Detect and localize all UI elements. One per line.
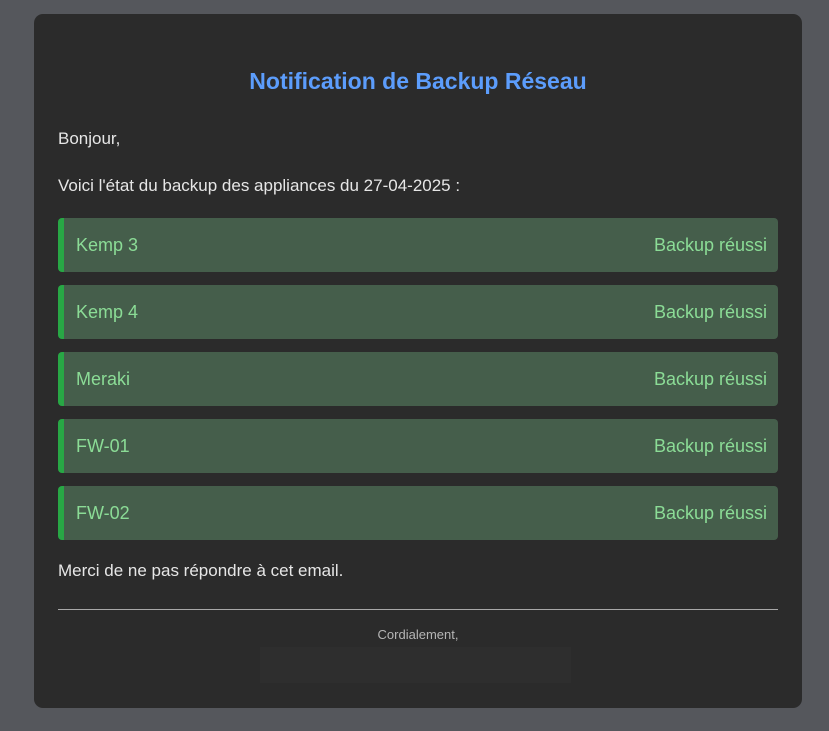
appliance-name: FW-01 <box>76 435 130 456</box>
signature-block <box>260 647 571 683</box>
backup-status: Backup réussi <box>653 502 767 523</box>
email-card: Notification de Backup Réseau Bonjour, V… <box>34 14 802 708</box>
appliance-row-kemp-4: Kemp 4 Backup réussi <box>58 285 778 339</box>
appliance-name: Kemp 4 <box>76 301 139 322</box>
appliance-row-fw-01: FW-01 Backup réussi <box>58 419 778 473</box>
appliance-name: Kemp 3 <box>76 234 139 255</box>
appliance-row-kemp-3: Kemp 3 Backup réussi <box>58 218 778 272</box>
email-title: Notification de Backup Réseau <box>249 68 587 94</box>
backup-status: Backup réussi <box>653 368 767 389</box>
signoff-text: Cordialement, <box>377 627 459 642</box>
appliance-row-fw-02: FW-02 Backup réussi <box>58 486 778 540</box>
backup-status: Backup réussi <box>653 234 767 255</box>
intro-text: Voici l'état du backup des appliances du… <box>58 176 461 195</box>
appliance-name: Meraki <box>76 368 131 389</box>
no-reply-notice: Merci de ne pas répondre à cet email. <box>58 561 344 580</box>
footer-divider <box>58 609 778 610</box>
backup-status: Backup réussi <box>653 301 767 322</box>
appliance-row-meraki: Meraki Backup réussi <box>58 352 778 406</box>
greeting-text: Bonjour, <box>58 129 121 148</box>
backup-status: Backup réussi <box>653 435 767 456</box>
appliance-status-list: Kemp 3 Backup réussi Kemp 4 Backup réuss… <box>58 218 778 553</box>
appliance-name: FW-02 <box>76 502 130 523</box>
